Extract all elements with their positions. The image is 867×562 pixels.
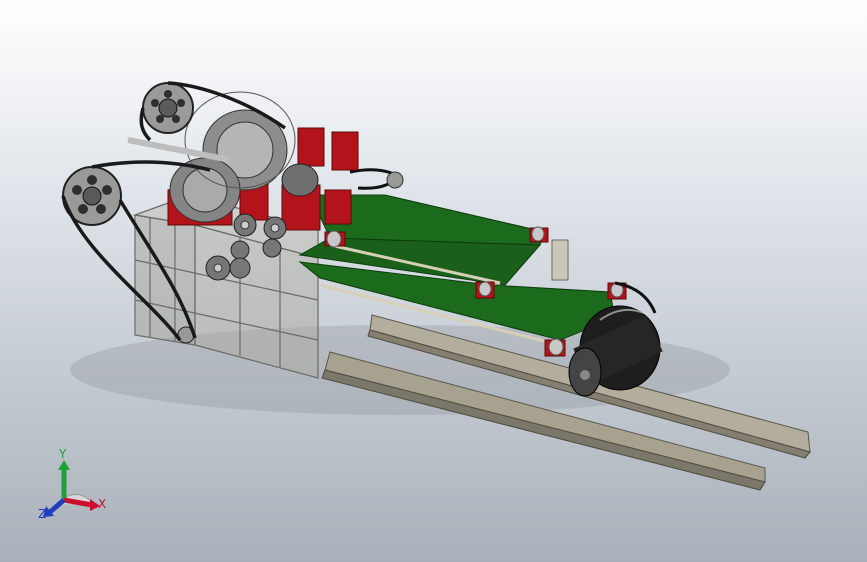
z-axis-label: Z: [38, 507, 46, 521]
cad-viewport[interactable]: Y X Z: [0, 0, 867, 562]
upper-drive-pulley[interactable]: [142, 82, 194, 134]
view-orientation-triad[interactable]: Y X Z: [38, 447, 106, 521]
y-axis-label: Y: [58, 447, 67, 461]
x-axis-label: X: [98, 497, 106, 511]
z-axis-arrow: [48, 498, 66, 514]
y-axis-arrowhead: [58, 460, 70, 470]
